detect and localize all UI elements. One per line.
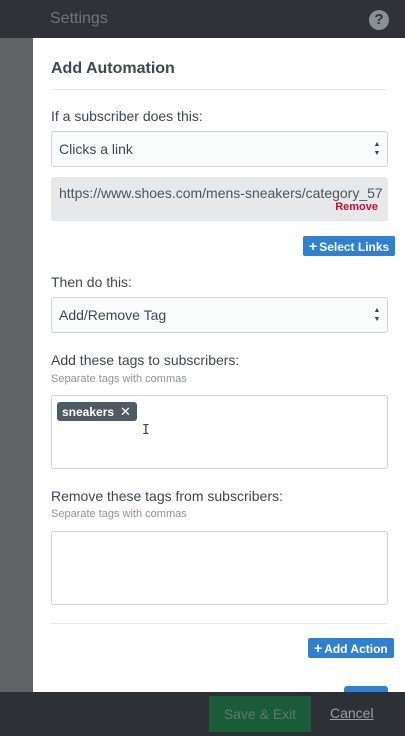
remove-tag-icon[interactable]: ✕	[120, 404, 131, 419]
overlay-strip	[0, 38, 33, 692]
panel-title: Add Automation	[51, 60, 175, 77]
page-title: Settings	[50, 10, 108, 27]
remove-tags-input[interactable]	[51, 531, 388, 605]
selected-link: https://www.shoes.com/mens-sneakers/cate…	[51, 177, 388, 221]
help-icon[interactable]: ?	[369, 10, 389, 30]
remove-tags-hint: Separate tags with commas	[51, 508, 187, 520]
top-bar: Settings ?	[0, 0, 405, 38]
add-automation-panel: Add Automation If a subscriber does this…	[33, 38, 405, 692]
select-links-button[interactable]: + Select Links	[303, 236, 396, 256]
select-arrows-icon: ▲ ▼	[373, 141, 381, 157]
divider	[51, 89, 387, 90]
cancel-link[interactable]: Cancel	[330, 705, 374, 721]
trigger-label: If a subscriber does this:	[51, 108, 203, 124]
remove-tags-label: Remove these tags from subscribers:	[51, 488, 283, 504]
footer-bar: Save & Exit Cancel	[0, 692, 405, 736]
text-cursor-icon: I	[142, 423, 150, 438]
add-action-button[interactable]: + Add Action	[308, 638, 394, 658]
selected-link-url: https://www.shoes.com/mens-sneakers/cate…	[59, 185, 383, 201]
divider	[51, 623, 387, 624]
action-select-value: Add/Remove Tag	[59, 307, 167, 323]
add-tags-hint: Separate tags with commas	[51, 373, 187, 385]
add-tags-input[interactable]: sneakers ✕ I	[51, 395, 388, 469]
trigger-select-value: Clicks a link	[59, 141, 133, 157]
trigger-select[interactable]: Clicks a link ▲ ▼	[51, 131, 388, 167]
add-action-label: Add Action	[324, 642, 388, 656]
tag-chip-label: sneakers	[62, 405, 115, 419]
select-arrows-icon: ▲ ▼	[373, 307, 381, 323]
remove-link-button[interactable]: Remove	[335, 201, 378, 213]
action-label: Then do this:	[51, 274, 132, 290]
save-exit-button[interactable]: Save & Exit	[209, 696, 311, 732]
plus-icon: +	[309, 238, 318, 254]
select-links-label: Select Links	[319, 240, 390, 254]
action-select[interactable]: Add/Remove Tag ▲ ▼	[51, 297, 388, 333]
add-tags-label: Add these tags to subscribers:	[51, 352, 240, 368]
tag-chip: sneakers ✕	[57, 402, 137, 421]
plus-icon: +	[314, 640, 323, 656]
